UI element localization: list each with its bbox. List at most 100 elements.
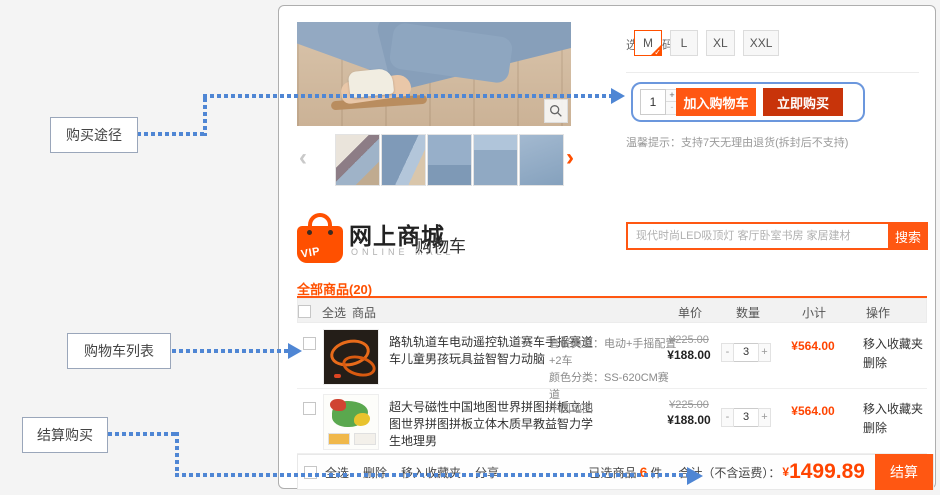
annotation-line [108, 432, 178, 436]
row-subtotal: ¥564.00 [783, 339, 843, 353]
bag-dot [307, 230, 312, 235]
checkout-button[interactable]: 结算 [875, 454, 933, 490]
map-shape [354, 413, 370, 426]
size-option-label: XL [713, 36, 728, 50]
row-qty-increase-button[interactable]: + [758, 343, 771, 362]
total-amount: 1499.89 [789, 460, 865, 484]
column-select-all: 全选 [322, 304, 346, 321]
page-title: 购物车 [415, 232, 466, 257]
selected-items-label: 已选商品 [589, 464, 637, 481]
product-thumbnail[interactable] [381, 134, 426, 186]
delete-link[interactable]: 删除 [863, 354, 923, 373]
selected-check-icon: ✓ [654, 48, 661, 57]
annotation-arrow-icon [288, 343, 302, 359]
row-actions: 移入收藏夹 删除 [863, 335, 923, 373]
thumbnails-prev-icon[interactable]: ‹ [299, 146, 307, 170]
footer-select-all-label[interactable]: 全选 [325, 464, 349, 481]
callout-checkout: 结算购买 [22, 417, 108, 453]
annotation-line [203, 98, 207, 136]
track-loop [340, 352, 378, 380]
product-thumbnail[interactable] [335, 134, 380, 186]
map-strip [354, 433, 376, 445]
currency-symbol: ¥ [782, 465, 789, 479]
product-image-map-puzzle[interactable] [323, 394, 379, 450]
buy-now-button[interactable]: 立即购买 [763, 88, 843, 116]
column-price: 单价 [678, 304, 702, 321]
annotation-line [203, 94, 612, 98]
move-to-favorites-link[interactable]: 移入收藏夹 [863, 335, 923, 354]
divider [626, 72, 919, 73]
quantity-input[interactable]: 1 [640, 89, 666, 115]
main-panel: ‹ › 选择尺码： M✓ L XL XXL 1 + - 加入购物车 立即购买 温… [278, 5, 936, 489]
cart-row: 路轨轨道车电动遥控轨道赛车手摇赛道车儿童男孩玩具益智智力动脑 套餐类型：电动+手… [297, 325, 927, 389]
size-option-m[interactable]: M✓ [634, 30, 662, 56]
size-option-xxl[interactable]: XXL [743, 30, 780, 56]
size-options: M✓ L XL XXL [634, 30, 779, 56]
return-policy-tip: 温馨提示：支持7天无理由退货(拆封后不支持) [626, 134, 848, 150]
annotation-line [172, 349, 288, 353]
column-subtotal: 小计 [802, 304, 826, 321]
annotation-arrow-icon [687, 467, 703, 485]
size-option-label: M [643, 36, 653, 50]
move-to-favorites-link[interactable]: 移入收藏夹 [863, 400, 923, 419]
selected-items-count: 6 [640, 464, 648, 480]
row-subtotal: ¥564.00 [783, 404, 843, 418]
row-qty-decrease-button[interactable]: - [721, 408, 734, 427]
add-to-cart-button[interactable]: 加入购物车 [676, 88, 756, 116]
row-qty-value[interactable]: 3 [734, 343, 758, 362]
product-main-image [297, 22, 571, 126]
search-input[interactable] [626, 222, 888, 250]
search-bar: 搜索 [626, 222, 928, 250]
current-price: ¥188.00 [649, 348, 729, 362]
toy-car [334, 374, 341, 378]
footer-summary: 已选商品 6 件 合计（不含运费）： ¥ 1499.89 结算 [589, 455, 933, 489]
annotation-line [137, 132, 207, 136]
brand-logo-icon: VIP [297, 213, 343, 263]
row-qty-value[interactable]: 3 [734, 408, 758, 427]
search-button[interactable]: 搜索 [888, 222, 928, 250]
annotation-line [175, 473, 688, 477]
product-thumbnail[interactable] [427, 134, 472, 186]
footer-share-link[interactable]: 分享 [475, 464, 499, 481]
row-checkbox[interactable] [303, 402, 316, 415]
product-image-race-track[interactable] [323, 329, 379, 385]
annotation-line [175, 432, 179, 476]
cart-table-header: 全选 商品 单价 数量 小计 操作 [297, 298, 927, 323]
zoom-icon[interactable] [544, 99, 568, 123]
cart-row: 超大号磁性中国地图世界拼图拼板立地图世界拼图拼板立体木质早教益智力学生地理男 中… [297, 390, 927, 454]
size-option-label: XXL [750, 36, 773, 50]
price-cell: ¥225.00 ¥188.00 [649, 399, 729, 427]
callout-purchase-path: 购买途径 [50, 117, 138, 153]
callout-cart-list: 购物车列表 [67, 333, 171, 369]
price-cell: ¥225.00 ¥188.00 [649, 334, 729, 362]
size-option-label: L [681, 36, 688, 50]
product-thumbnail[interactable] [519, 134, 564, 186]
row-quantity-stepper: - 3 + [721, 343, 771, 362]
delete-link[interactable]: 删除 [863, 419, 923, 438]
spec-line: 中国地图 [549, 403, 593, 415]
thumbnails-next-icon[interactable]: › [566, 146, 574, 170]
map-shape [330, 399, 346, 411]
row-quantity-stepper: - 3 + [721, 408, 771, 427]
select-all-checkbox[interactable] [298, 305, 311, 318]
column-qty: 数量 [736, 304, 760, 321]
map-strip [328, 433, 350, 445]
annotation-arrow-icon [611, 88, 625, 104]
footer-move-favorites-link[interactable]: 移入收藏夹 [401, 464, 461, 481]
row-checkbox[interactable] [303, 337, 316, 350]
row-actions: 移入收藏夹 删除 [863, 400, 923, 438]
product-thumbnail[interactable] [473, 134, 518, 186]
footer-delete-link[interactable]: 删除 [363, 464, 387, 481]
column-product: 商品 [352, 304, 376, 321]
current-price: ¥188.00 [649, 413, 729, 427]
row-qty-decrease-button[interactable]: - [721, 343, 734, 362]
size-option-xl[interactable]: XL [706, 30, 735, 56]
size-option-l[interactable]: L [670, 30, 698, 56]
thumbnail-strip [335, 134, 564, 186]
old-price: ¥225.00 [649, 399, 729, 411]
bag-dot [328, 230, 333, 235]
selected-items-unit: 件 [650, 464, 662, 481]
cart-footer-bar: 全选 删除 移入收藏夹 分享 已选商品 6 件 合计（不含运费）： ¥ 1499… [297, 454, 934, 490]
old-price: ¥225.00 [649, 334, 729, 346]
row-qty-increase-button[interactable]: + [758, 408, 771, 427]
